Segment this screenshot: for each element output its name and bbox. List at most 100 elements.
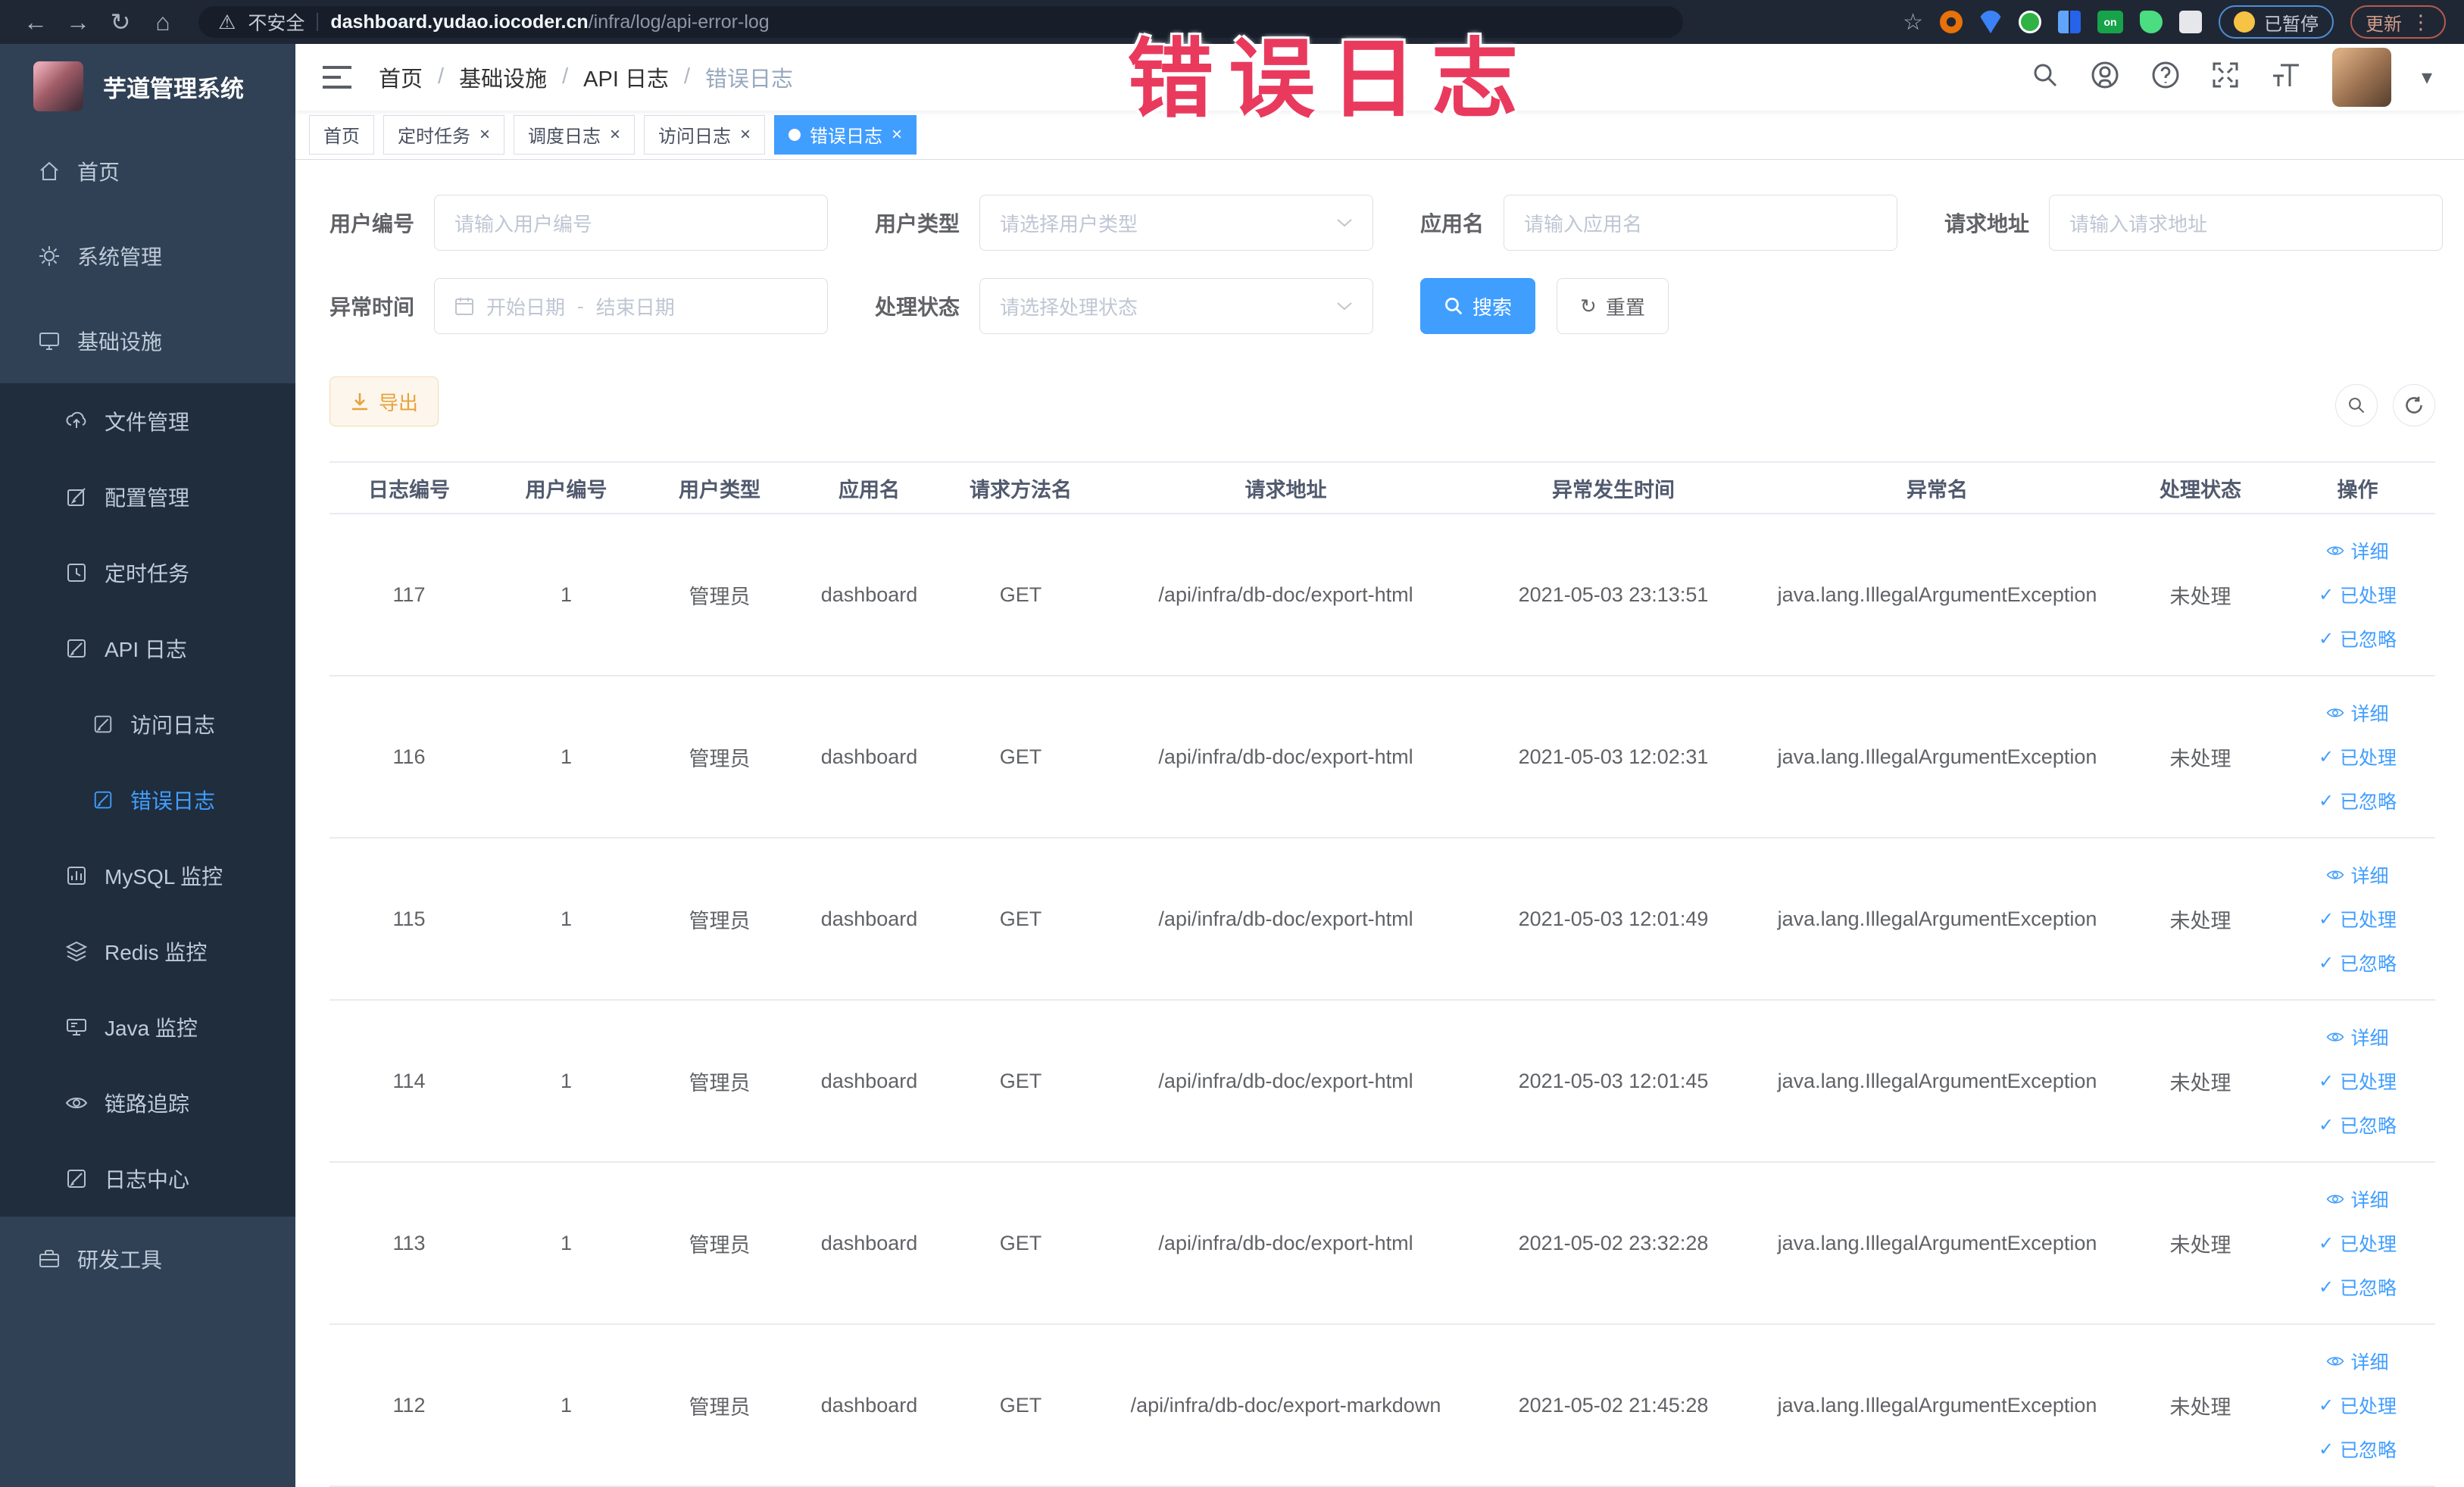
- sidebar-item-config-management[interactable]: 配置管理: [0, 459, 295, 535]
- extension-shield-icon[interactable]: [1979, 11, 2002, 33]
- breadcrumb-home[interactable]: 首页: [379, 61, 423, 93]
- request-url-input[interactable]: 请输入请求地址: [2049, 195, 2444, 251]
- close-icon[interactable]: ×: [479, 125, 490, 144]
- help-icon[interactable]: [2150, 60, 2181, 94]
- user-id-input[interactable]: 请输入用户编号: [434, 195, 829, 251]
- mark-processed-link[interactable]: ✓ 已处理: [2319, 737, 2397, 776]
- mark-ignored-link[interactable]: ✓ 已忽略: [2319, 619, 2397, 658]
- page-content: 用户编号 请输入用户编号 用户类型 请选择用户类型 应用名 请输入应用名 请求地…: [295, 160, 2464, 1487]
- extension-leaf-icon[interactable]: [2140, 11, 2163, 33]
- toggle-search-button[interactable]: [2335, 384, 2378, 426]
- github-icon[interactable]: [2090, 60, 2120, 94]
- reset-button[interactable]: ↻ 重置: [1557, 278, 1669, 334]
- mark-processed-link[interactable]: ✓ 已处理: [2319, 1223, 2397, 1263]
- check-icon: ✓: [2318, 746, 2334, 767]
- check-icon: ✓: [2318, 1232, 2334, 1254]
- sidebar-item-scheduled-jobs[interactable]: 定时任务: [0, 535, 295, 611]
- cell-exception-time: 2021-05-03 12:01:49: [1473, 838, 1754, 1001]
- export-button[interactable]: 导出: [329, 376, 439, 426]
- caret-down-icon[interactable]: ▾: [2422, 64, 2432, 89]
- mark-ignored-link[interactable]: ✓ 已忽略: [2319, 1429, 2397, 1469]
- mark-ignored-link[interactable]: ✓ 已忽略: [2319, 1267, 2397, 1307]
- mark-ignored-link[interactable]: ✓ 已忽略: [2319, 943, 2397, 982]
- tag-home[interactable]: 首页: [309, 114, 374, 155]
- sidebar-item-java-monitor[interactable]: Java 监控: [0, 989, 295, 1065]
- sidebar-item-trace[interactable]: 链路追踪: [0, 1065, 295, 1141]
- detail-link[interactable]: 详细: [2326, 1342, 2389, 1381]
- check-icon: ✓: [2318, 790, 2334, 811]
- search-icon[interactable]: [2031, 61, 2060, 93]
- sidebar-item-error-log[interactable]: 错误日志: [0, 762, 295, 838]
- col-exception-name: 异常名: [1754, 461, 2121, 514]
- extension-icon[interactable]: [1940, 11, 1963, 33]
- sidebar-item-dev-tools[interactable]: 研发工具: [0, 1217, 295, 1301]
- eye-icon: [65, 1092, 88, 1114]
- bookmark-star-icon[interactable]: ☆: [1903, 9, 1923, 36]
- mark-ignored-link[interactable]: ✓ 已忽略: [2319, 1105, 2397, 1145]
- detail-link[interactable]: 详细: [2326, 531, 2389, 570]
- breadcrumb-api-log[interactable]: API 日志: [583, 61, 669, 93]
- table-row: 112 1 管理员 dashboard GET /api/infra/db-do…: [329, 1324, 2435, 1487]
- browser-update-button[interactable]: 更新 ⋮: [2350, 5, 2446, 39]
- tag-access-log[interactable]: 访问日志 ×: [644, 114, 766, 155]
- tag-error-log[interactable]: 错误日志 ×: [774, 114, 917, 155]
- browser-menu-icon[interactable]: ⋮: [2411, 11, 2431, 34]
- detail-link[interactable]: 详细: [2326, 855, 2389, 895]
- sidebar-item-redis-monitor[interactable]: Redis 监控: [0, 914, 295, 989]
- extension-grid-icon[interactable]: [2058, 11, 2081, 33]
- user-type-select[interactable]: 请选择用户类型: [979, 195, 1374, 251]
- fullscreen-icon[interactable]: [2211, 61, 2240, 93]
- exception-time-range-input[interactable]: 开始日期 - 结束日期: [434, 278, 829, 334]
- sidebar-item-infrastructure[interactable]: 基础设施: [0, 298, 295, 383]
- cell-request-url: /api/infra/db-doc/export-html: [1098, 838, 1473, 1001]
- check-icon: ✓: [2318, 952, 2334, 973]
- browser-home-icon[interactable]: ⌂: [145, 8, 180, 36]
- detail-link[interactable]: 详细: [2326, 693, 2389, 733]
- extensions-puzzle-icon[interactable]: [2179, 11, 2202, 33]
- sidebar-item-file-management[interactable]: 文件管理: [0, 383, 295, 459]
- browser-reload-icon[interactable]: ↻: [103, 8, 138, 36]
- sidebar-item-access-log[interactable]: 访问日志: [0, 686, 295, 762]
- mark-processed-link[interactable]: ✓ 已处理: [2319, 1061, 2397, 1101]
- sidebar-item-api-log[interactable]: API 日志: [0, 611, 295, 686]
- tag-scheduled-jobs[interactable]: 定时任务 ×: [383, 114, 505, 155]
- sidebar-item-mysql-monitor[interactable]: MySQL 监控: [0, 838, 295, 914]
- profile-paused-badge[interactable]: 已暂停: [2219, 5, 2334, 39]
- close-icon[interactable]: ×: [740, 125, 751, 144]
- refresh-button[interactable]: [2393, 384, 2435, 426]
- mark-processed-link[interactable]: ✓ 已处理: [2319, 1385, 2397, 1425]
- java-monitor-icon: [65, 1016, 88, 1039]
- avatar[interactable]: [2331, 47, 2391, 107]
- cell-actions: 详细 ✓ 已处理 ✓ 已忽略: [2280, 676, 2435, 839]
- browser-back-icon[interactable]: ←: [18, 8, 53, 36]
- app-name-input[interactable]: 请输入应用名: [1504, 195, 1898, 251]
- mark-ignored-link[interactable]: ✓ 已忽略: [2319, 781, 2397, 820]
- sidebar-item-home[interactable]: 首页: [0, 129, 295, 214]
- sidebar-item-system[interactable]: 系统管理: [0, 214, 295, 298]
- detail-link[interactable]: 详细: [2326, 1179, 2389, 1219]
- sidebar-logo[interactable]: 芋道管理系统: [0, 44, 295, 129]
- process-status-select[interactable]: 请选择处理状态: [979, 278, 1374, 334]
- hamburger-icon[interactable]: [321, 64, 353, 91]
- cell-method: GET: [943, 1324, 1098, 1487]
- extension-check-icon[interactable]: [2019, 11, 2041, 33]
- sidebar-item-log-center[interactable]: 日志中心: [0, 1141, 295, 1217]
- detail-link[interactable]: 详细: [2326, 1017, 2389, 1057]
- mark-processed-link[interactable]: ✓ 已处理: [2319, 575, 2397, 614]
- breadcrumb-infrastructure[interactable]: 基础设施: [459, 61, 547, 93]
- close-icon[interactable]: ×: [892, 125, 902, 144]
- url-path: /infra/log/api-error-log: [588, 11, 770, 33]
- sidebar: 芋道管理系统 首页 系统管理 基础设施 文件管理 配置管理 定时任务 API 日…: [0, 44, 295, 1487]
- extension-on-badge-icon[interactable]: on: [2097, 11, 2123, 33]
- app-title: 芋道管理系统: [103, 75, 244, 102]
- browser-forward-icon[interactable]: →: [61, 8, 95, 36]
- mark-processed-link[interactable]: ✓ 已处理: [2319, 899, 2397, 939]
- cell-method: GET: [943, 676, 1098, 839]
- check-icon: ✓: [2318, 1276, 2334, 1298]
- font-size-icon[interactable]: [2270, 61, 2302, 93]
- search-icon: [2349, 398, 2365, 414]
- not-secure-label[interactable]: 不安全: [248, 8, 304, 36]
- close-icon[interactable]: ×: [610, 125, 620, 144]
- search-button[interactable]: 搜索: [1420, 278, 1536, 334]
- tag-schedule-log[interactable]: 调度日志 ×: [514, 114, 636, 155]
